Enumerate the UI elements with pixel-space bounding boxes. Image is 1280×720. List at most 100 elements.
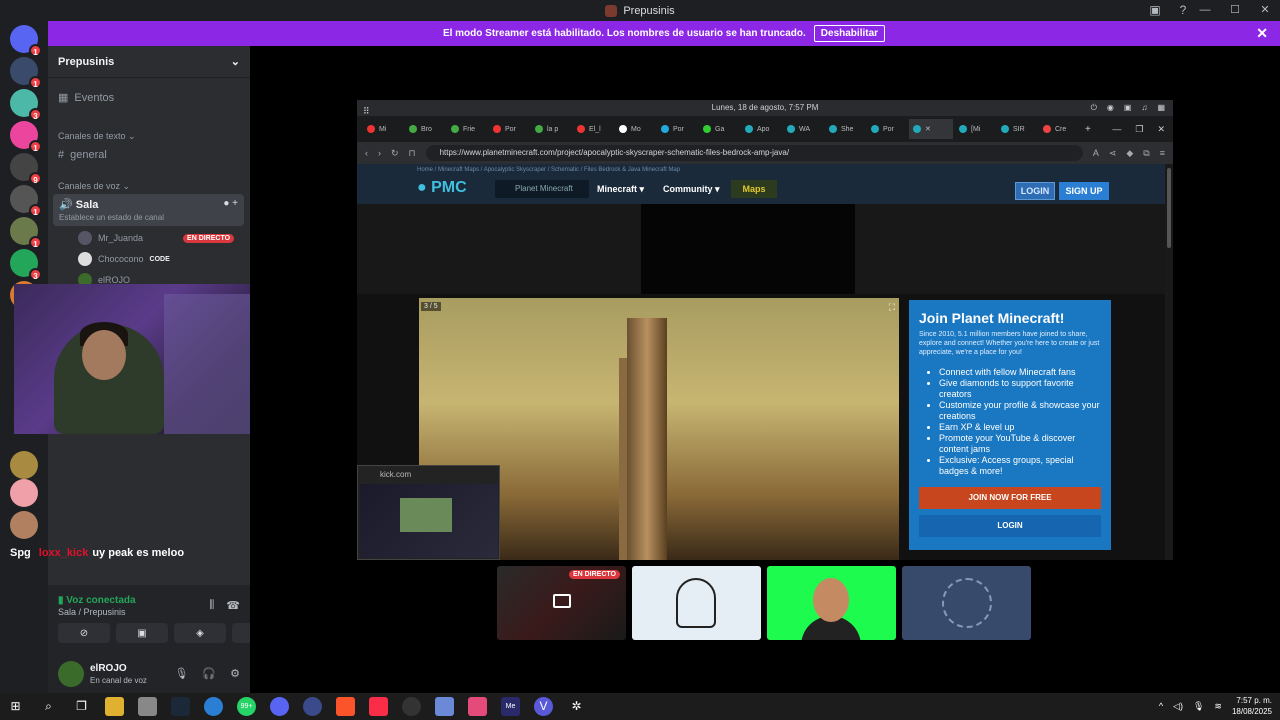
- events-item[interactable]: ▦ Eventos: [58, 91, 114, 105]
- menu-icon[interactable]: ≡: [1160, 148, 1165, 158]
- close-window-button[interactable]: ✕: [1250, 0, 1280, 21]
- participant-tile[interactable]: [767, 566, 896, 640]
- whatsapp-icon[interactable]: 99+: [237, 697, 256, 716]
- nav-community[interactable]: Community ▾: [663, 184, 720, 195]
- noise-suppression-icon[interactable]: ⫼: [209, 599, 214, 612]
- pmc-logo[interactable]: ● PMC: [417, 179, 467, 197]
- back-icon[interactable]: ‹: [365, 148, 368, 158]
- browser-tab[interactable]: She: [825, 119, 865, 139]
- settings-gear-icon[interactable]: ⚙: [230, 667, 240, 680]
- brave-icon[interactable]: [336, 697, 355, 716]
- disconnect-icon[interactable]: ☎: [226, 599, 240, 612]
- new-tab-icon[interactable]: +: [1085, 124, 1091, 135]
- discord-home-icon[interactable]: 1: [10, 25, 42, 57]
- clock[interactable]: 7:57 p. m. 18/08/2025: [1232, 695, 1272, 717]
- browser-tab[interactable]: Por: [657, 119, 697, 139]
- mic-icon[interactable]: 🎙: [174, 667, 188, 680]
- preview-thumbnail[interactable]: [360, 484, 498, 558]
- browser-tab[interactable]: la p: [531, 119, 571, 139]
- participant-tile[interactable]: [632, 566, 761, 640]
- app-icon[interactable]: [435, 697, 454, 716]
- join-now-button[interactable]: JOIN NOW FOR FREE: [919, 487, 1101, 509]
- app-icon[interactable]: [303, 697, 322, 716]
- server-icon[interactable]: [10, 451, 38, 479]
- extensions-icon[interactable]: ⧉: [1143, 148, 1149, 159]
- steam-icon[interactable]: [171, 697, 190, 716]
- user-avatar[interactable]: [58, 661, 84, 687]
- chatgpt-icon[interactable]: ✲: [567, 697, 586, 716]
- maximize-button[interactable]: ☐: [1220, 0, 1250, 21]
- mic-icon[interactable]: 🎙: [1193, 701, 1204, 712]
- server-icon[interactable]: 1: [10, 185, 42, 217]
- tab-close-icon[interactable]: ✕: [925, 125, 931, 133]
- browser-tab[interactable]: Mi: [363, 119, 403, 139]
- browser-tab[interactable]: Frie: [447, 119, 487, 139]
- banner-close-icon[interactable]: ✕: [1256, 25, 1268, 42]
- disable-streamer-button[interactable]: Deshabilitar: [813, 25, 886, 42]
- camera-off-button[interactable]: ⊘: [58, 623, 110, 643]
- voice-channel-status[interactable]: Establece un estado de canal: [59, 213, 238, 222]
- minimize-button[interactable]: —: [1112, 124, 1121, 135]
- server-icon[interactable]: 1: [10, 121, 42, 153]
- breadcrumb[interactable]: Home / Minecraft Maps / Apocalyptic Skys…: [417, 167, 680, 173]
- brave-shield-icon[interactable]: ◆: [1126, 148, 1133, 159]
- app-icon[interactable]: V: [534, 697, 553, 716]
- start-icon[interactable]: ⊞: [6, 697, 25, 716]
- translate-icon[interactable]: A: [1093, 148, 1099, 158]
- app-icon[interactable]: Me: [501, 697, 520, 716]
- browser-tab[interactable]: El_l: [573, 119, 613, 139]
- server-header[interactable]: Prepusinis ⌄: [48, 46, 250, 78]
- chat-icon[interactable]: ●: [223, 198, 229, 209]
- server-icon[interactable]: 1: [10, 57, 42, 89]
- app-icon[interactable]: [138, 697, 157, 716]
- voice-connected-status[interactable]: ▮ Voz conectada: [58, 595, 136, 606]
- server-icon[interactable]: [10, 511, 38, 539]
- participant-tile[interactable]: [902, 566, 1031, 640]
- browser-tab[interactable]: SIR: [997, 119, 1037, 139]
- browser-tab[interactable]: [Mi: [955, 119, 995, 139]
- nav-minecraft[interactable]: Minecraft ▾: [597, 184, 644, 195]
- browser-tab[interactable]: Cre: [1039, 119, 1079, 139]
- minimize-button[interactable]: —: [1190, 0, 1220, 21]
- join-login-button[interactable]: LOGIN: [919, 515, 1101, 537]
- scrollbar-thumb[interactable]: [1167, 168, 1171, 248]
- bookmark-icon[interactable]: ⊓: [409, 148, 416, 159]
- browser-tab[interactable]: Ga: [699, 119, 739, 139]
- activity-button[interactable]: ◈: [174, 623, 226, 643]
- app-icon[interactable]: [402, 697, 421, 716]
- browser-tab-active[interactable]: ✕: [909, 119, 953, 139]
- browser-tab[interactable]: WA: [783, 119, 823, 139]
- forward-icon[interactable]: ›: [378, 148, 381, 158]
- server-icon[interactable]: 9: [10, 153, 42, 185]
- browser-tab[interactable]: Mo: [615, 119, 655, 139]
- server-icon[interactable]: 3: [10, 249, 42, 281]
- maximize-button[interactable]: ❐: [1135, 124, 1143, 135]
- browser-tab[interactable]: Por: [867, 119, 907, 139]
- window-preview-popup[interactable]: kick.com: [357, 465, 500, 560]
- app-icon[interactable]: [204, 697, 223, 716]
- stream-tile[interactable]: EN DIRECTO: [497, 566, 626, 640]
- voice-member[interactable]: Mr_Juanda EN DIRECTO: [78, 230, 235, 246]
- close-button[interactable]: ✕: [1157, 124, 1165, 135]
- voice-channel-sala[interactable]: 🔊 Sala Establece un estado de canal ● +: [53, 194, 244, 226]
- screen-share-button[interactable]: ▣: [116, 623, 168, 643]
- app-icon[interactable]: [468, 697, 487, 716]
- help-icon[interactable]: ?: [1176, 3, 1190, 17]
- speaker-icon[interactable]: ◁): [1173, 701, 1183, 712]
- fullscreen-icon[interactable]: ⛶: [889, 302, 895, 313]
- add-user-icon[interactable]: +: [232, 198, 238, 209]
- login-button[interactable]: LOGIN: [1015, 182, 1055, 200]
- reload-icon[interactable]: ↻: [391, 148, 399, 159]
- discord-icon[interactable]: [270, 697, 289, 716]
- text-category[interactable]: Canales de texto ⌄: [58, 131, 136, 142]
- server-icon[interactable]: [10, 479, 38, 507]
- chevron-up-icon[interactable]: ^: [1159, 701, 1163, 711]
- task-view-icon[interactable]: ❐: [72, 697, 91, 716]
- headphones-icon[interactable]: 🎧: [202, 667, 216, 680]
- channel-general[interactable]: # general: [58, 149, 107, 161]
- browser-tab[interactable]: Por: [489, 119, 529, 139]
- nav-maps[interactable]: Maps: [731, 180, 777, 198]
- server-icon[interactable]: 1: [10, 217, 42, 249]
- share-icon[interactable]: ⋖: [1109, 148, 1117, 159]
- file-explorer-icon[interactable]: [105, 697, 124, 716]
